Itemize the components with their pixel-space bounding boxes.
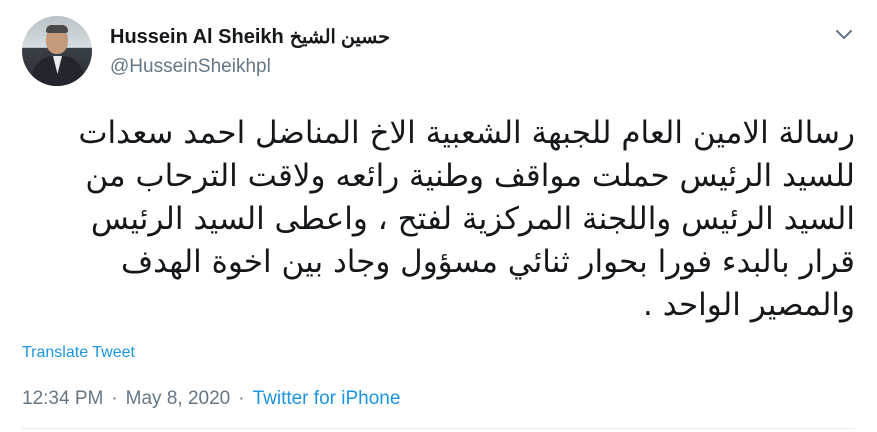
user-name-row[interactable]: Hussein Al Sheikh حسين الشيخ [110, 26, 390, 49]
tweet-text-line: قرار بالبدء فورا بحوار ثنائي مسؤول وجاد … [121, 244, 855, 280]
chevron-down-icon[interactable] [833, 24, 855, 46]
avatar[interactable] [22, 16, 92, 86]
avatar-hair [46, 25, 68, 33]
tweet-date[interactable]: May 8, 2020 [126, 388, 231, 410]
translate-tweet-link[interactable]: Translate Tweet [22, 344, 135, 362]
divider [22, 428, 855, 429]
meta-separator: · [238, 388, 245, 409]
tweet-text-line: للسيد الرئيس حملت مواقف وطنية رائعه ولاق… [85, 158, 855, 194]
tweet-text-line: رسالة الامين العام للجبهة الشعبية الاخ ا… [78, 115, 855, 151]
tweet-time[interactable]: 12:34 PM [22, 388, 103, 410]
display-name-arabic[interactable]: حسين الشيخ [290, 26, 390, 49]
tweet-card: Hussein Al Sheikh حسين الشيخ @HusseinShe… [0, 0, 877, 432]
tweet-text: رسالة الامين العام للجبهة الشعبية الاخ ا… [15, 112, 855, 327]
user-handle[interactable]: @HusseinSheikhpl [110, 56, 271, 78]
tweet-source-link[interactable]: Twitter for iPhone [253, 388, 401, 410]
display-name[interactable]: Hussein Al Sheikh [110, 26, 284, 49]
tweet-text-line: السيد الرئيس واللجنة المركزية لفتح ، واع… [90, 201, 855, 237]
tweet-meta: 12:34 PM · May 8, 2020 · Twitter for iPh… [22, 388, 400, 410]
meta-separator: · [111, 388, 118, 409]
tweet-text-line: والمصير الواحد . [643, 287, 855, 323]
